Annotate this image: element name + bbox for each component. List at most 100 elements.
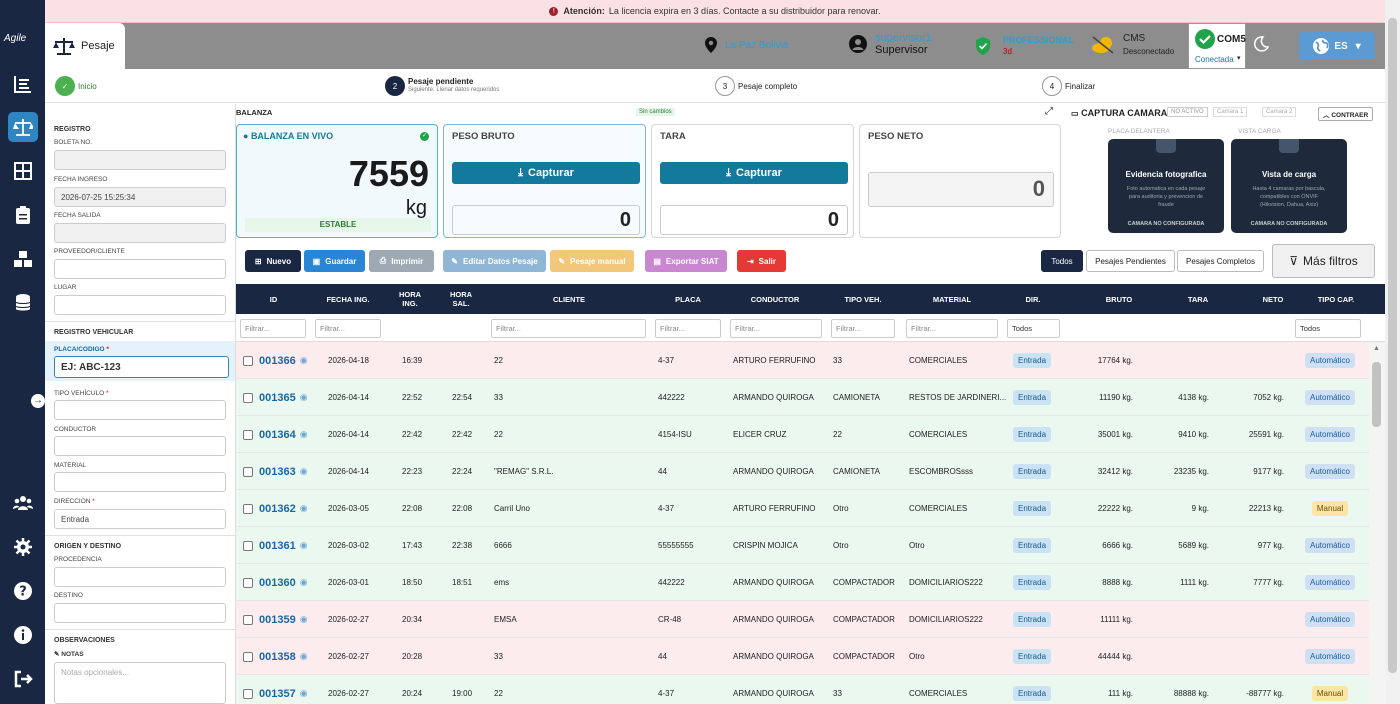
row-checkbox[interactable] xyxy=(243,614,253,625)
sidebar-item-users[interactable] xyxy=(8,488,38,518)
col-tara[interactable]: TARA xyxy=(1182,284,1214,314)
col-id[interactable]: ID xyxy=(256,284,291,314)
pesaje-manual-button[interactable]: ✎ Pesaje manual xyxy=(550,250,634,272)
row-id-link[interactable]: 001358 xyxy=(259,651,296,663)
camera2-tab[interactable]: Camara 2 xyxy=(1262,107,1297,117)
proveedor-field[interactable] xyxy=(54,259,226,279)
row-id-link[interactable]: 001359 xyxy=(259,614,296,626)
row-id-link[interactable]: 001361 xyxy=(259,540,296,552)
destino-field[interactable] xyxy=(54,603,226,623)
row-checkbox[interactable] xyxy=(243,540,253,551)
sidebar-item-inventory[interactable] xyxy=(8,244,38,274)
placa-input[interactable]: EJ: ABC-123 xyxy=(54,356,229,378)
col-conductor[interactable]: CONDUCTOR xyxy=(742,284,808,314)
table-row[interactable]: 001358 ◉ 2026-02-27 20:28 33 44 ARMANDO QUIROG… xyxy=(236,638,1369,675)
row-id-link[interactable]: 001363 xyxy=(259,466,296,478)
lugar-field[interactable] xyxy=(54,295,226,315)
eye-icon[interactable]: ◉ xyxy=(300,466,308,477)
col-placa[interactable]: PLACA xyxy=(666,284,710,314)
sidebar-item-help[interactable]: ? xyxy=(8,576,38,606)
editar-button[interactable]: ✎ Editar Datos Pesaje xyxy=(443,250,546,272)
filter-tipo-cap[interactable]: Todos xyxy=(1295,319,1361,338)
row-checkbox[interactable] xyxy=(243,355,253,366)
filter-pendientes-button[interactable]: Pesajes Pendientes xyxy=(1086,250,1175,272)
fecha-salida-field[interactable] xyxy=(54,223,226,243)
row-id-link[interactable]: 001365 xyxy=(259,392,296,404)
table-row[interactable]: 001360 ◉ 2026-03-01 18:50 18:51 ems 442222 ARMA… xyxy=(236,564,1369,601)
col-dir[interactable]: DIR. xyxy=(1018,284,1048,314)
table-row[interactable]: 001364 ◉ 2026-04-14 22:42 22:42 22 4154-ISU ELI… xyxy=(236,416,1369,453)
eye-icon[interactable]: ◉ xyxy=(300,429,308,440)
scroll-up-icon[interactable]: ▲ xyxy=(1373,345,1380,352)
guardar-button[interactable]: ▣ Guardar xyxy=(304,250,365,272)
sidebar-item-info[interactable] xyxy=(8,620,38,650)
page-scroll-thumb[interactable] xyxy=(1388,18,1397,673)
filter-dir[interactable]: Todos xyxy=(1007,319,1060,338)
sidebar-item-settings[interactable] xyxy=(8,532,38,562)
expand-icon[interactable]: ⤢ xyxy=(1045,106,1053,117)
nuevo-button[interactable]: ⊞ Nuevo xyxy=(245,250,301,272)
row-id-link[interactable]: 001364 xyxy=(259,429,296,441)
filter-completos-button[interactable]: Pesajes Completos xyxy=(1177,250,1264,272)
page-scrollbar[interactable] xyxy=(1385,0,1400,704)
mas-filtros-button[interactable]: ⊽ Más filtros xyxy=(1272,244,1375,278)
table-row[interactable]: 001361 ◉ 2026-03-02 17:43 22:38 6666 55555555 C… xyxy=(236,527,1369,564)
row-id-link[interactable]: 001362 xyxy=(259,503,296,515)
sidebar-item-database[interactable] xyxy=(8,288,38,318)
material-field[interactable] xyxy=(54,472,226,492)
table-row[interactable]: 001365 ◉ 2026-04-14 22:52 22:54 33 442222 ARMAN… xyxy=(236,379,1369,416)
capturar-bruto-button[interactable]: ⤓ Capturar xyxy=(452,162,640,184)
scroll-thumb[interactable] xyxy=(1372,362,1381,427)
sidebar-item-grid[interactable] xyxy=(8,156,38,186)
imprimir-button[interactable]: ⎙ Imprimir xyxy=(369,250,434,272)
col-bruto[interactable]: BRUTO xyxy=(1104,284,1134,314)
eye-icon[interactable]: ◉ xyxy=(300,355,308,366)
row-checkbox[interactable] xyxy=(243,503,253,514)
table-row[interactable]: 001362 ◉ 2026-03-05 22:08 22:08 Carril Uno 4-3… xyxy=(236,490,1369,527)
table-row[interactable]: 001357 ◉ 2026-02-27 20:24 19:00 22 4-37 ARMANDO… xyxy=(236,675,1369,704)
row-checkbox[interactable] xyxy=(243,651,253,662)
col-tipo-cap[interactable]: TIPO CAP. xyxy=(1306,284,1366,314)
filter-id[interactable]: Filtrar... xyxy=(240,319,306,338)
expand-arrow-icon[interactable]: → xyxy=(31,394,45,408)
col-hora-sal[interactable]: HORA SAL. xyxy=(446,284,476,314)
row-checkbox[interactable] xyxy=(243,466,253,477)
exportar-siat-button[interactable]: ▤ Exportar SIAT xyxy=(645,250,727,272)
filter-todos-button[interactable]: Todos xyxy=(1041,250,1083,272)
language-selector[interactable]: ES ▾ xyxy=(1299,32,1375,60)
table-row[interactable]: 001366 ◉ 2026-04-18 16:39 22 4-37 ARTURO FERRU… xyxy=(236,342,1369,379)
eye-icon[interactable]: ◉ xyxy=(300,614,308,625)
row-checkbox[interactable] xyxy=(243,577,253,588)
sidebar-item-dashboard[interactable] xyxy=(8,69,38,99)
filter-placa[interactable]: Filtrar... xyxy=(655,319,721,338)
filter-cliente[interactable]: Filtrar... xyxy=(491,319,646,338)
direccion-select[interactable]: Entrada xyxy=(54,509,226,529)
boleta-field[interactable] xyxy=(54,150,226,170)
fecha-ingreso-field[interactable]: 2026-07-25 15:25:34 xyxy=(54,187,226,207)
filter-material[interactable]: Filtrar... xyxy=(906,319,998,338)
table-row[interactable]: 001363 ◉ 2026-04-14 22:23 22:24 "REMAG" S.R.L… xyxy=(236,453,1369,490)
filter-tipo-veh[interactable]: Filtrar... xyxy=(831,319,895,338)
conductor-field[interactable] xyxy=(54,436,226,456)
eye-icon[interactable]: ◉ xyxy=(300,651,308,662)
col-cliente[interactable]: CLIENTE xyxy=(540,284,598,314)
eye-icon[interactable]: ◉ xyxy=(300,503,308,514)
tab-pesaje[interactable]: Pesaje xyxy=(45,23,125,69)
eye-icon[interactable]: ◉ xyxy=(300,688,308,699)
col-fecha-ing[interactable]: FECHA ING. xyxy=(320,284,376,314)
table-scrollbar[interactable]: ▲ xyxy=(1369,342,1385,704)
row-id-link[interactable]: 001357 xyxy=(259,688,296,700)
row-id-link[interactable]: 001366 xyxy=(259,355,296,367)
tipo-vehiculo-select[interactable] xyxy=(54,400,226,420)
sidebar-item-pesaje[interactable] xyxy=(8,112,38,142)
salir-button[interactable]: ⇥ Salir xyxy=(737,250,786,272)
eye-icon[interactable]: ◉ xyxy=(300,540,308,551)
procedencia-field[interactable] xyxy=(54,567,226,587)
user-info[interactable]: supervisor1 Supervisor xyxy=(849,32,932,56)
col-hora-ing[interactable]: HORA ING. xyxy=(395,284,425,314)
table-row[interactable]: 001359 ◉ 2026-02-27 20:34 EMSA CR-48 ARMANDO Q… xyxy=(236,601,1369,638)
camera1-tab[interactable]: Camara 1 xyxy=(1213,107,1248,117)
eye-icon[interactable]: ◉ xyxy=(300,577,308,588)
contraer-button[interactable]: ︿ CONTRAER xyxy=(1318,107,1374,121)
filter-fecha[interactable]: Filtrar... xyxy=(315,319,381,338)
